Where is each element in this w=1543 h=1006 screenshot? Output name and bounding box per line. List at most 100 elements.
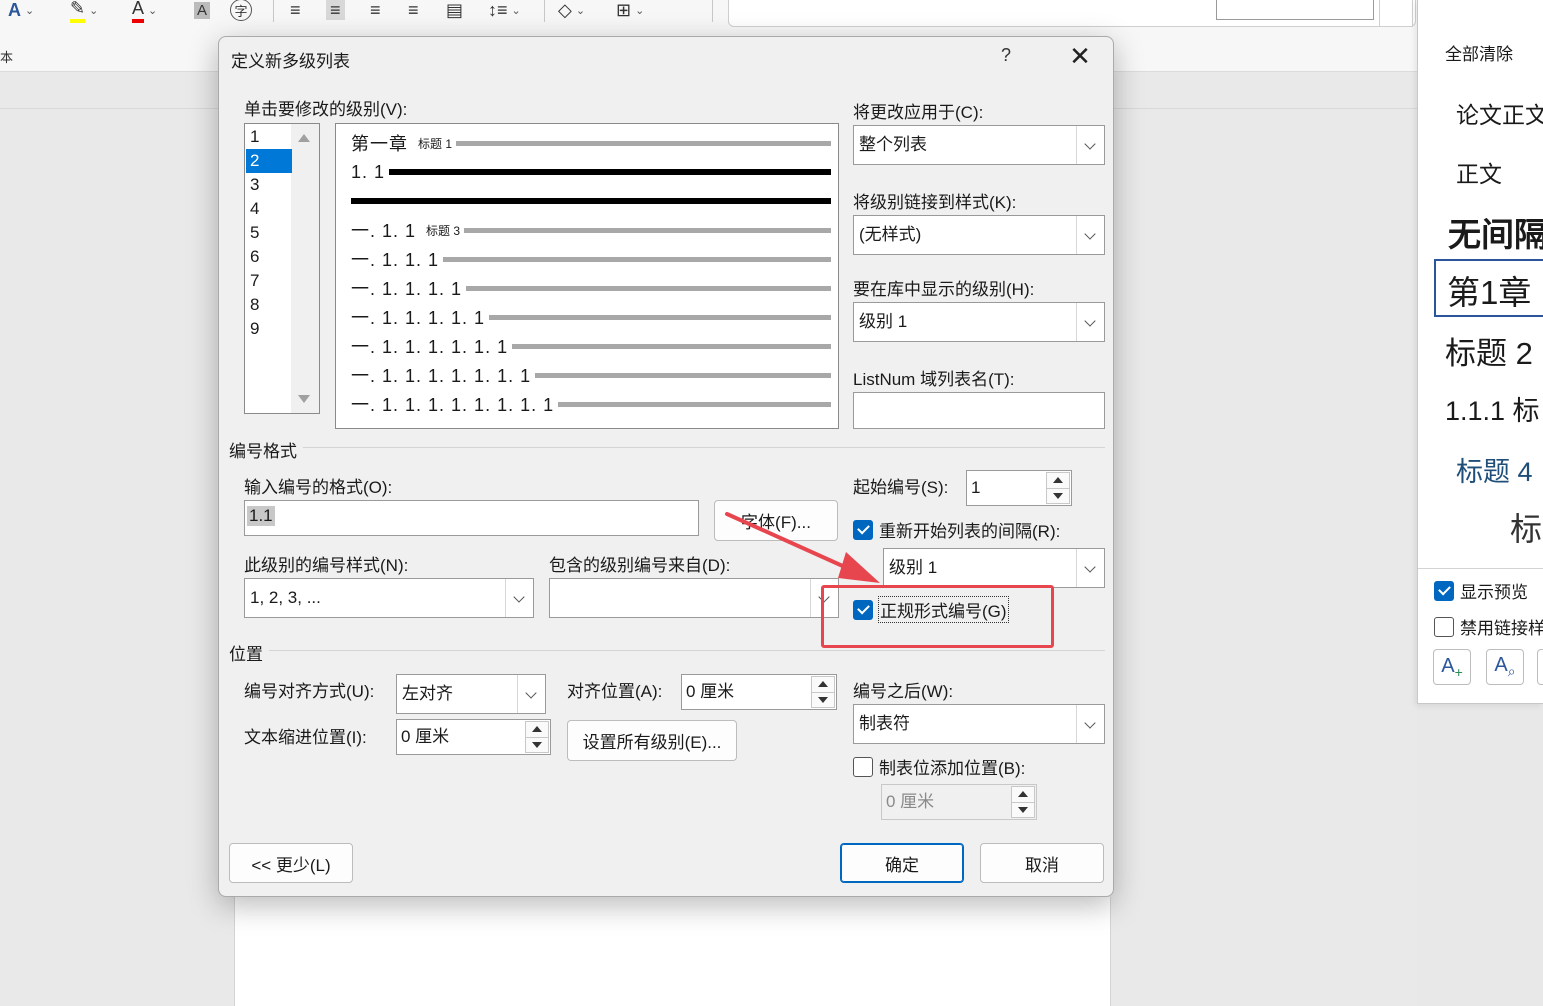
style-item[interactable]: 无间隔 (1448, 208, 1543, 256)
level-item-4[interactable]: 4 (246, 197, 292, 221)
manage-styles-button[interactable] (1537, 649, 1543, 685)
chevron-down-icon[interactable] (1076, 126, 1104, 164)
font-color-a-icon[interactable]: A ⌄ (8, 0, 34, 20)
align-right-icon[interactable]: ≡ (370, 0, 381, 20)
include-level-select[interactable] (549, 578, 839, 618)
preview-line (512, 343, 831, 349)
level-item-3[interactable]: 3 (246, 173, 292, 197)
chevron-down-icon[interactable] (1076, 216, 1104, 254)
line-spacing-icon[interactable]: ↕≡ ⌄ (488, 0, 521, 20)
styles-clear-all[interactable]: 全部清除 (1445, 40, 1513, 65)
apply-to-select[interactable]: 整个列表 (853, 125, 1105, 165)
level-item-2[interactable]: 2 (246, 149, 292, 173)
spin-up-icon[interactable] (1053, 477, 1063, 483)
shading-icon[interactable]: ◇ ⌄ (558, 0, 585, 20)
follow-number-label: 编号之后(W): (853, 682, 954, 701)
listnum-input[interactable] (853, 392, 1105, 429)
new-style-button[interactable]: A+ (1433, 649, 1471, 685)
help-icon[interactable]: ? (1001, 45, 1011, 66)
spin-up-icon[interactable] (1018, 791, 1028, 797)
new-style-icon: A+ (1441, 654, 1463, 680)
restart-after-select[interactable]: 级别 1 (883, 548, 1105, 588)
start-at-spinner[interactable]: 1 (966, 470, 1072, 506)
level-item-9[interactable]: 9 (246, 317, 292, 341)
style-item[interactable]: 1.1.1 标 (1445, 389, 1540, 428)
borders-icon[interactable]: ⊞ ⌄ (616, 0, 644, 20)
style-item[interactable]: 标 (1510, 504, 1542, 550)
justify-icon[interactable]: ≡ (408, 0, 419, 20)
number-format-input[interactable]: 1.1 (244, 500, 699, 536)
enclosed-character-icon[interactable]: 字 (230, 0, 252, 21)
spin-down-icon[interactable] (1018, 807, 1028, 813)
level-item-8[interactable]: 8 (246, 293, 292, 317)
style-item[interactable]: 标题 4 (1456, 450, 1533, 489)
preview-number: 一. 1. 1. 1. 1. 1. 1. 1. 1 (351, 395, 555, 415)
cancel-button[interactable]: 取消 (980, 843, 1104, 883)
disable-linked-checkbox[interactable]: 禁用链接样 (1434, 614, 1543, 639)
dialog-title: 定义新多级列表 (231, 52, 350, 71)
style-gallery[interactable] (728, 0, 1416, 27)
preview-row: 一. 1. 1. 1. 1. 1. 1. 1. 1 (351, 393, 831, 415)
style-item[interactable]: 正文 (1456, 155, 1502, 189)
indent-spinner[interactable]: 0 厘米 (396, 719, 551, 755)
preview-line (489, 314, 831, 320)
tab-stop-spinner[interactable]: 0 厘米 (881, 784, 1037, 820)
restart-list-checkbox[interactable]: 重新开始列表的间隔(R): (853, 517, 1060, 542)
follow-number-select[interactable]: 制表符 (853, 704, 1105, 744)
center-icon[interactable]: ≡ (326, 0, 345, 20)
checkbox-checked-icon (853, 519, 873, 540)
gallery-level-select[interactable]: 级别 1 (853, 302, 1105, 342)
level-scrollbar[interactable] (291, 124, 319, 413)
preview-number: 一. 1. 1 (351, 221, 417, 241)
ok-button[interactable]: 确定 (840, 843, 964, 883)
level-item-5[interactable]: 5 (246, 221, 292, 245)
character-shading-icon[interactable]: A (194, 0, 211, 20)
preview-row: 一. 1. 1 标题 3 (351, 219, 831, 241)
level-item-1[interactable]: 1 (246, 125, 292, 149)
preview-line (389, 169, 831, 175)
highlight-marker-icon[interactable]: ✎ ⌄ (70, 0, 98, 23)
level-item-6[interactable]: 6 (246, 245, 292, 269)
scroll-up-icon[interactable] (298, 134, 310, 142)
chevron-down-icon[interactable] (1076, 705, 1104, 743)
chevron-down-icon[interactable] (517, 675, 545, 713)
preview-number: 一. 1. 1. 1. 1. 1 (351, 308, 486, 328)
link-style-select[interactable]: (无样式) (853, 215, 1105, 255)
chevron-down-icon[interactable] (505, 579, 533, 617)
show-preview-checkbox[interactable]: 显示预览 (1434, 578, 1528, 603)
font-color-red-a-icon[interactable]: A ⌄ (132, 0, 157, 23)
font-button[interactable]: 字体(F)... (714, 500, 838, 541)
set-all-levels-button[interactable]: 设置所有级别(E)... (567, 720, 737, 761)
style-item[interactable]: 标题 2 (1445, 328, 1533, 373)
gallery-level-label: 要在库中显示的级别(H): (853, 280, 1035, 299)
align-left-icon[interactable]: ≡ (290, 0, 301, 20)
level-listbox[interactable]: 123456789 (244, 123, 320, 414)
close-icon[interactable]: ✕ (1067, 41, 1093, 71)
document-page[interactable] (234, 897, 1111, 1006)
style-gallery-scroll[interactable] (1379, 0, 1413, 27)
preview-number: 一. 1. 1. 1. 1 (351, 279, 463, 299)
listnum-label: ListNum 域列表名(T): (853, 370, 1015, 389)
spin-down-icon[interactable] (1053, 493, 1063, 499)
chevron-down-icon[interactable] (1076, 549, 1104, 587)
spin-down-icon[interactable] (532, 742, 542, 748)
chevron-down-icon[interactable] (1076, 303, 1104, 341)
number-style-select[interactable]: 1, 2, 3, ... (244, 578, 534, 618)
style-item[interactable]: 论文正文 (1456, 96, 1543, 130)
level-item-7[interactable]: 7 (246, 269, 292, 293)
spin-up-icon[interactable] (818, 681, 828, 687)
spin-down-icon[interactable] (818, 697, 828, 703)
checkbox-unchecked-icon (1434, 616, 1454, 637)
aligned-at-spinner[interactable]: 0 厘米 (681, 674, 837, 710)
spin-up-icon[interactable] (532, 726, 542, 732)
distributed-icon[interactable]: ▤ (446, 0, 463, 20)
style-item-selected[interactable]: 第1章 (1447, 266, 1531, 314)
style-inspector-button[interactable]: A⌕ (1486, 649, 1524, 685)
preview-row: 一. 1. 1. 1. 1. 1. 1 (351, 335, 831, 357)
less-button[interactable]: << 更少(L) (229, 843, 353, 883)
scroll-down-icon[interactable] (298, 395, 310, 403)
alignment-select[interactable]: 左对齐 (396, 674, 546, 714)
preview-line (351, 198, 831, 204)
tab-stop-checkbox[interactable]: 制表位添加位置(B): (853, 754, 1025, 779)
preview-line (464, 227, 831, 233)
